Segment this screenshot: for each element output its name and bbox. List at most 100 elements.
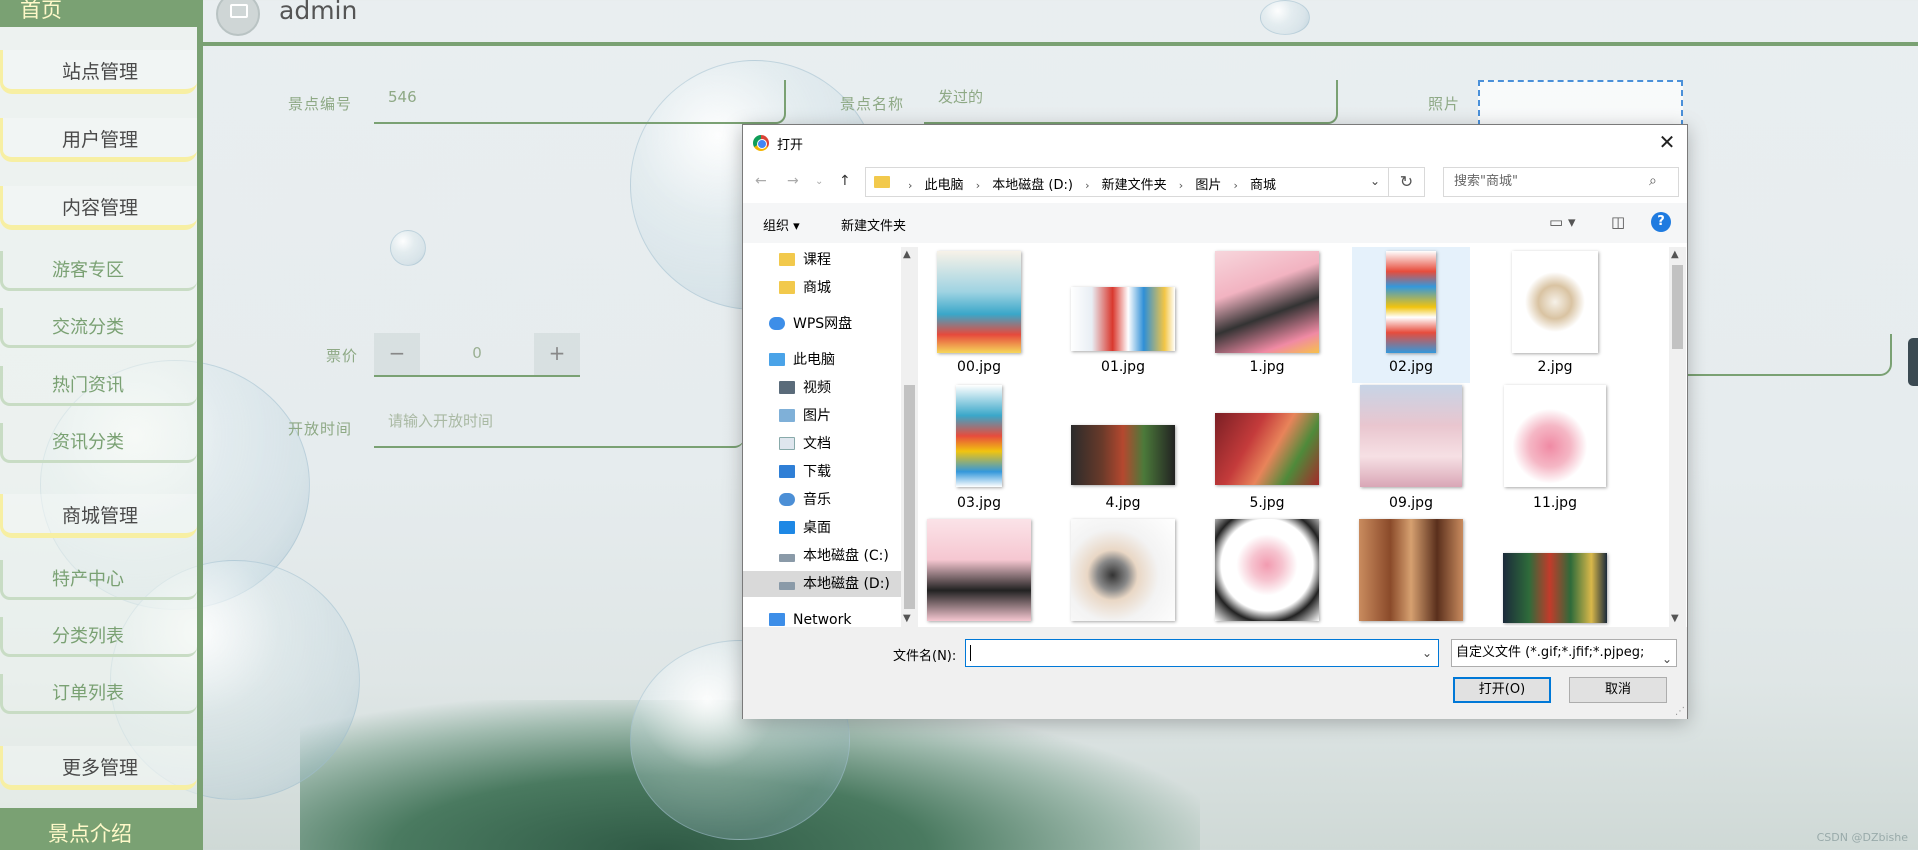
- menu-visitor-zone[interactable]: 游客专区: [0, 251, 197, 291]
- open-button[interactable]: 打开(O): [1453, 677, 1551, 703]
- side-drawer-handle[interactable]: [1908, 338, 1918, 386]
- price-decrement-button[interactable]: −: [374, 333, 420, 375]
- spot-name-input[interactable]: 发过的: [924, 80, 1338, 124]
- menu-category-list[interactable]: 分类列表: [0, 617, 197, 657]
- tree-item-course[interactable]: 课程: [743, 247, 901, 273]
- menu-user-management[interactable]: 用户管理: [0, 118, 197, 162]
- file-tile[interactable]: 1.jpg: [1208, 247, 1326, 383]
- price-value[interactable]: 0: [420, 333, 534, 375]
- video-icon: [779, 381, 795, 394]
- file-tile[interactable]: 00.jpg: [920, 247, 1038, 383]
- new-folder-button[interactable]: 新建文件夹: [841, 215, 906, 234]
- preview-pane-icon[interactable]: ◫: [1611, 213, 1625, 231]
- file-tile[interactable]: 09.jpg: [1352, 383, 1470, 519]
- view-options-icon[interactable]: ▭ ▾: [1549, 213, 1575, 231]
- menu-hot-news[interactable]: 热门资讯: [0, 366, 197, 406]
- file-grid-scrollbar[interactable]: ▲ ▼: [1669, 247, 1686, 627]
- file-name: 2.jpg: [1537, 359, 1573, 375]
- menu-order-list[interactable]: 订单列表: [0, 674, 197, 714]
- refresh-button[interactable]: ↻: [1389, 167, 1425, 197]
- file-tile[interactable]: 01.jpg: [1064, 247, 1182, 383]
- recent-dropdown-icon[interactable]: ⌄: [815, 176, 823, 187]
- dialog-close-button[interactable]: ✕: [1653, 129, 1681, 157]
- chevron-down-icon[interactable]: ⌄: [1370, 174, 1380, 188]
- chevron-down-icon[interactable]: ▼: [903, 613, 911, 624]
- file-tile[interactable]: 03.jpg: [920, 383, 1038, 519]
- file-tile[interactable]: [1064, 519, 1182, 627]
- search-input[interactable]: 搜索"商城": [1443, 167, 1679, 197]
- chevron-up-icon[interactable]: ▲: [1671, 249, 1679, 260]
- file-tile[interactable]: 11.jpg: [1496, 383, 1614, 519]
- organize-button[interactable]: 组织 ▾: [763, 215, 800, 234]
- breadcrumb-mall[interactable]: 商城: [1250, 178, 1276, 193]
- dialog-nav-row: ← → ⌄ ↑ › 此电脑 › 本地磁盘 (D:) › 新建文件夹 › 图片 ›…: [743, 161, 1687, 203]
- file-tile-selected[interactable]: 02.jpg: [1352, 247, 1470, 383]
- chevron-right-icon: ›: [1233, 179, 1238, 192]
- back-arrow-icon[interactable]: ←: [755, 173, 767, 189]
- tree-item-wps-cloud[interactable]: WPS网盘: [743, 311, 901, 337]
- file-tile[interactable]: [1352, 519, 1470, 627]
- pictures-icon: [779, 409, 795, 422]
- menu-more-management[interactable]: 更多管理: [0, 746, 197, 790]
- chevron-down-icon[interactable]: ⌄: [1661, 646, 1672, 666]
- sidebar-home[interactable]: 首页: [0, 0, 197, 27]
- tree-item-documents[interactable]: 文档: [743, 431, 901, 457]
- file-tile[interactable]: [1208, 519, 1326, 627]
- tree-item-pictures[interactable]: 图片: [743, 403, 901, 429]
- chevron-right-icon: ›: [1085, 179, 1090, 192]
- scrollbar-thumb[interactable]: [904, 385, 915, 609]
- tree-item-drive-d[interactable]: 本地磁盘 (D:): [743, 571, 901, 597]
- menu-content-management[interactable]: 内容管理: [0, 186, 197, 230]
- avatar[interactable]: [216, 0, 260, 36]
- price-stepper: − 0 +: [374, 333, 580, 377]
- menu-site-management[interactable]: 站点管理: [0, 50, 197, 94]
- tree-item-this-pc[interactable]: 此电脑: [743, 347, 901, 373]
- forward-arrow-icon[interactable]: →: [787, 173, 799, 189]
- address-bar[interactable]: › 此电脑 › 本地磁盘 (D:) › 新建文件夹 › 图片 › 商城 ⌄: [865, 167, 1389, 197]
- tree-item-drive-c[interactable]: 本地磁盘 (C:): [743, 543, 901, 569]
- file-tile[interactable]: [1496, 519, 1614, 627]
- resize-grip-icon[interactable]: ⋰: [1675, 706, 1685, 717]
- dialog-titlebar[interactable]: 打开 ✕: [743, 125, 1687, 161]
- help-icon[interactable]: ?: [1651, 212, 1671, 232]
- up-arrow-icon[interactable]: ↑: [839, 173, 851, 189]
- tree-item-desktop[interactable]: 桌面: [743, 515, 901, 541]
- breadcrumb-new-folder[interactable]: 新建文件夹: [1102, 178, 1167, 193]
- file-tile[interactable]: [920, 519, 1038, 627]
- chevron-down-icon[interactable]: ⌄: [1422, 646, 1432, 660]
- sidebar-scenic-intro[interactable]: 景点介绍: [0, 808, 197, 850]
- file-tile[interactable]: 4.jpg: [1064, 383, 1182, 519]
- tree-item-video[interactable]: 视频: [743, 375, 901, 401]
- breadcrumb-this-pc[interactable]: 此电脑: [925, 178, 964, 193]
- menu-news-category[interactable]: 资讯分类: [0, 423, 197, 463]
- cancel-button[interactable]: 取消: [1569, 677, 1667, 703]
- chevron-down-icon[interactable]: ▼: [1671, 613, 1679, 624]
- file-name: 1.jpg: [1249, 359, 1285, 375]
- chevron-right-icon: ›: [908, 179, 913, 192]
- scrollbar-thumb[interactable]: [1672, 265, 1683, 349]
- photo-upload-area[interactable]: [1478, 80, 1683, 126]
- tree-item-network[interactable]: Network: [743, 607, 901, 627]
- breadcrumb-drive-d[interactable]: 本地磁盘 (D:): [992, 178, 1073, 193]
- filename-input[interactable]: ⌄: [965, 639, 1439, 667]
- menu-specialty-center[interactable]: 特产中心: [0, 560, 197, 600]
- form-field-partial[interactable]: [1660, 334, 1892, 376]
- tree-item-mall[interactable]: 商城: [743, 275, 901, 301]
- file-tile[interactable]: 5.jpg: [1208, 383, 1326, 519]
- tree-item-downloads[interactable]: 下载: [743, 459, 901, 485]
- search-icon[interactable]: ⌕: [1649, 173, 1679, 189]
- filetype-select[interactable]: 自定义文件 (*.gif;*.jfif;*.pjpeg; ⌄: [1451, 639, 1677, 667]
- menu-exchange-category[interactable]: 交流分类: [0, 308, 197, 348]
- nav-pane-scrollbar[interactable]: ▲ ▼: [901, 247, 918, 627]
- file-tile[interactable]: 2.jpg: [1496, 247, 1614, 383]
- breadcrumb-pictures[interactable]: 图片: [1195, 178, 1221, 193]
- chevron-up-icon[interactable]: ▲: [903, 249, 911, 260]
- navigation-pane: 课程 商城 WPS网盘 此电脑 视频 图片 文档 下载 音乐 桌面 本地磁盘 (…: [743, 247, 909, 627]
- spot-no-input[interactable]: 546: [374, 80, 786, 124]
- menu-mall-management[interactable]: 商城管理: [0, 494, 197, 538]
- image-thumbnail: [1504, 385, 1606, 487]
- open-time-input[interactable]: 请输入开放时间: [374, 404, 744, 448]
- tree-item-music[interactable]: 音乐: [743, 487, 901, 513]
- file-name: 11.jpg: [1533, 495, 1577, 511]
- price-increment-button[interactable]: +: [534, 333, 580, 375]
